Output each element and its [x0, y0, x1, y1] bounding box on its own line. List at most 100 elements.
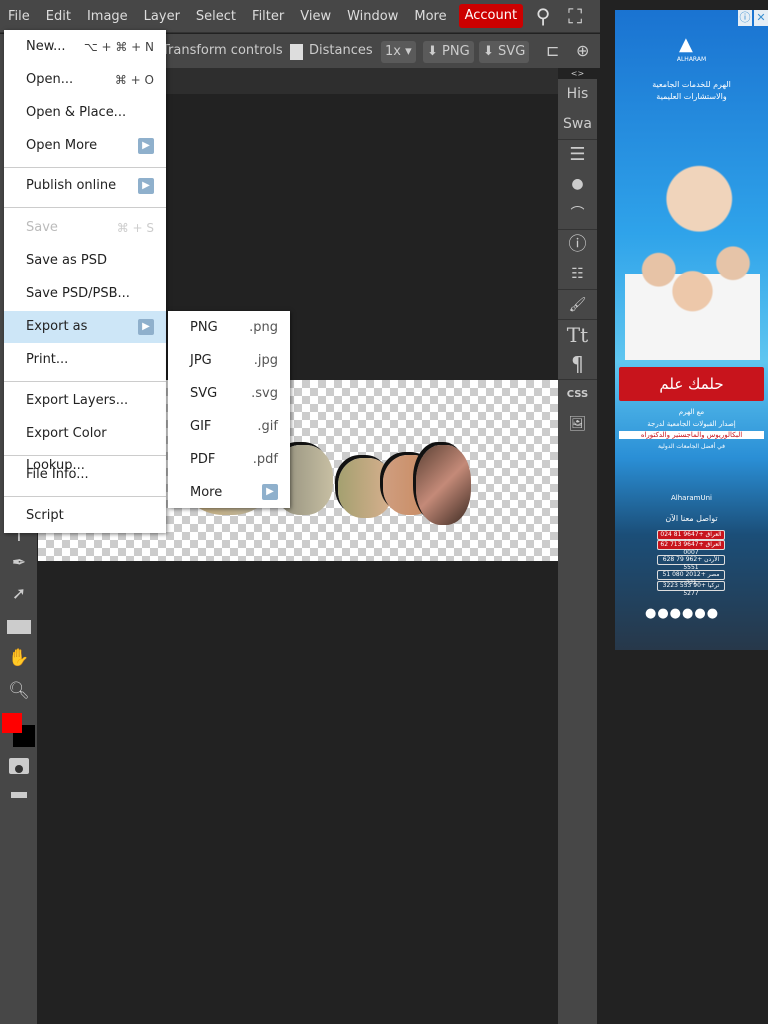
export-more[interactable]: More ▶ — [168, 476, 290, 509]
hand-tool-icon[interactable]: ✋ — [7, 648, 31, 670]
submenu-arrow-icon: ▶ — [138, 138, 154, 154]
menu-item-export-as[interactable]: Export as ▶ — [4, 311, 166, 343]
menu-item-open[interactable]: Open... ⌘ + O — [4, 64, 166, 96]
menu-item-open-more[interactable]: Open More ▶ — [4, 130, 166, 162]
export-gif[interactable]: GIF .gif — [168, 410, 290, 443]
menu-item-print[interactable]: Print... — [4, 344, 166, 376]
layers-icon[interactable]: ☰ — [558, 139, 597, 169]
shortcut: ⌘ + O — [114, 73, 154, 87]
export-svg-button[interactable]: ⬇ SVG — [479, 41, 530, 63]
align-left-icon[interactable]: ⊏ — [546, 41, 559, 60]
submenu-arrow-icon: ▶ — [138, 319, 154, 335]
fullscreen-icon[interactable]: ⛶ — [563, 4, 587, 28]
ad-info-icon[interactable]: ⓘ — [738, 10, 752, 26]
channels-icon[interactable]: ● — [558, 169, 597, 199]
menu-window[interactable]: Window — [339, 0, 406, 33]
extension: .gif — [257, 419, 278, 434]
ad-close-icon[interactable]: ✕ — [754, 10, 768, 26]
ad-photo — [625, 145, 760, 360]
align-center-icon[interactable]: ⊕ — [576, 41, 589, 60]
export-png-button[interactable]: ⬇ PNG — [423, 41, 474, 63]
label: PNG — [190, 320, 218, 335]
ad-social: AlharamUni — [671, 494, 712, 502]
character-icon[interactable]: Tt — [558, 319, 597, 349]
export-svg[interactable]: SVG .svg — [168, 377, 290, 410]
swatches-tab[interactable]: Swa — [558, 109, 597, 139]
brush-settings-icon[interactable]: 🖌︎ — [558, 289, 597, 319]
label: More — [190, 485, 223, 500]
menu-file[interactable]: File — [0, 0, 38, 33]
ad-line-3: في أفضل الجامعات الدولية — [657, 443, 726, 450]
menu-item-open-place[interactable]: Open & Place... — [4, 97, 166, 129]
label: JPG — [190, 353, 212, 368]
shortcut: ⌥ + ⌘ + N — [83, 40, 154, 54]
submenu-arrow-icon: ▶ — [138, 178, 154, 194]
ad-flags-icon: ●●●●●● — [645, 606, 720, 621]
ad-phone: العراق +9647 713 62 0007 — [657, 540, 725, 556]
menu-view[interactable]: View — [292, 0, 339, 33]
menu-bar: File Edit Image Layer Select Filter View… — [0, 0, 600, 33]
ad-phone: تركيا +90 553 3223 5277 — [657, 581, 725, 597]
rectangle-tool-icon[interactable] — [7, 620, 31, 634]
menu-item-save-psb[interactable]: Save PSD/PSB... — [4, 278, 166, 310]
menu-edit[interactable]: Edit — [38, 0, 79, 33]
extension: .svg — [251, 386, 278, 401]
css-tab[interactable]: CSS — [558, 379, 597, 409]
submenu-arrow-icon: ▶ — [262, 484, 278, 500]
paths-icon[interactable]: ⌒ — [558, 199, 597, 229]
menu-more[interactable]: More — [406, 0, 454, 33]
export-png[interactable]: PNG .png — [168, 311, 290, 344]
ad-line-2: البكالوريوس والماجستير والدكتوراه — [619, 431, 764, 439]
scale-dropdown[interactable]: 1x ▾ — [381, 41, 416, 63]
path-select-tool-icon[interactable]: ➚ — [7, 584, 31, 606]
brand-logo-icon: ▲ — [679, 34, 693, 55]
extension: .jpg — [253, 353, 278, 368]
ad-phone: الأردن +962 79 628 5551 — [657, 555, 725, 571]
distances-checkbox[interactable] — [290, 44, 303, 60]
file-menu: New... ⌥ + ⌘ + N Open... ⌘ + O Open & Plac… — [4, 30, 166, 533]
artwork-letter — [416, 445, 471, 525]
info-icon[interactable]: ⓘ — [558, 229, 597, 259]
panel-collapse-toggle[interactable]: <> — [558, 68, 597, 79]
label: Open More — [26, 138, 98, 153]
adjustments-icon[interactable]: ☷ — [558, 259, 597, 289]
menu-item-save-psd[interactable]: Save as PSD — [4, 245, 166, 277]
image-icon[interactable]: 🖼︎ — [558, 409, 597, 439]
ad-phone: مصر +2012 080 51 331 — [657, 570, 725, 586]
export-pdf[interactable]: PDF .pdf — [168, 443, 290, 476]
menu-item-export-layers[interactable]: Export Layers... — [4, 385, 166, 417]
menu-item-export-color-lookup[interactable]: Export Color Lookup... — [4, 418, 166, 473]
ad-title-2: والاستشارات العليمية — [656, 92, 727, 101]
search-icon[interactable]: ⚲ — [531, 4, 555, 28]
label: Export as — [26, 319, 88, 334]
right-panel: <> His Swa ☰ ● ⌒ ⓘ ☷ 🖌︎ Tt ¶ CSS 🖼︎ — [558, 68, 597, 1024]
menu-item-new[interactable]: New... ⌥ + ⌘ + N — [4, 31, 166, 63]
svg-label: SVG — [498, 44, 526, 59]
history-tab[interactable]: His — [558, 79, 597, 109]
export-submenu: PNG .png JPG .jpg SVG .svg GIF .gif PDF .pdf … — [168, 311, 290, 508]
menu-item-publish[interactable]: Publish online ▶ — [4, 170, 166, 202]
ad-banner-sub: مع الهرم — [678, 408, 705, 416]
export-jpg[interactable]: JPG .jpg — [168, 344, 290, 377]
ad-phone: العراق +9647 81 024 0007 — [657, 530, 725, 546]
label: Save — [26, 220, 58, 235]
menu-layer[interactable]: Layer — [136, 0, 188, 33]
label: GIF — [190, 419, 212, 434]
zoom-tool-icon[interactable]: 🔍︎ — [7, 681, 31, 703]
paragraph-icon[interactable]: ¶ — [558, 349, 597, 379]
account-button[interactable]: Account — [458, 4, 524, 28]
quick-mask-icon[interactable] — [9, 758, 29, 774]
menu-image[interactable]: Image — [79, 0, 136, 33]
transform-controls-label[interactable]: Transform controls — [162, 43, 283, 58]
label: Publish online — [26, 178, 117, 193]
menu-item-file-info[interactable]: File Info... — [4, 459, 166, 491]
advertisement[interactable]: ⓘ ✕ ▲ ALHARAM الهرم للخدمات الجامعية والا… — [615, 10, 768, 650]
foreground-color-swatch[interactable] — [2, 713, 22, 733]
menu-filter[interactable]: Filter — [244, 0, 292, 33]
screen-mode-icon[interactable] — [11, 792, 27, 798]
menu-select[interactable]: Select — [188, 0, 244, 33]
distances-label[interactable]: Distances — [309, 43, 373, 58]
menu-item-script[interactable]: Script — [4, 500, 166, 532]
label: PDF — [190, 452, 216, 467]
pen-tool-icon[interactable]: ✒ — [7, 553, 31, 575]
